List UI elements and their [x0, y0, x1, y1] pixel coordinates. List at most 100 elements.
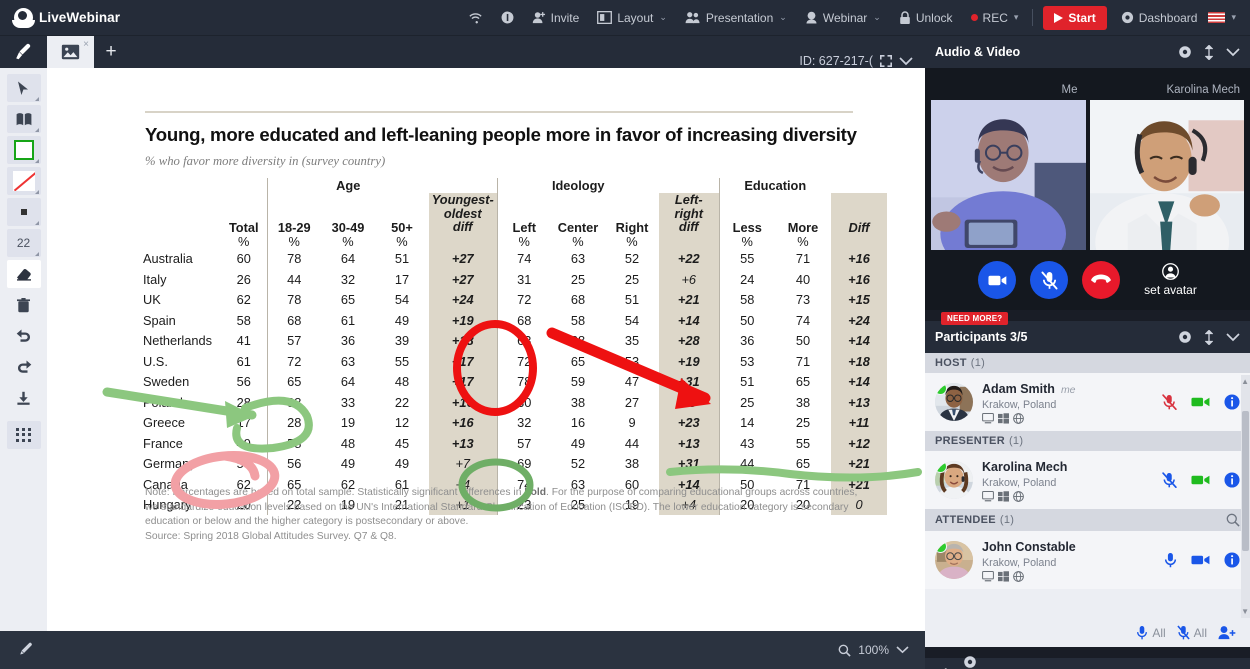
fullscreen-icon[interactable] — [880, 55, 892, 67]
webinar-button[interactable]: Webinar ⌄ — [796, 0, 890, 36]
participants-scrollbar[interactable]: ▲ ▼ — [1241, 375, 1250, 618]
stroke-color-swatch[interactable] — [6, 167, 41, 195]
top-toolbar: LiveWebinar Invite Layout ⌄ Presentation… — [0, 0, 1250, 36]
pen-icon[interactable] — [18, 642, 35, 658]
participant-row[interactable]: Adam Smith me Krakow, Poland — [925, 373, 1250, 431]
presentation-button[interactable]: Presentation ⌄ — [676, 0, 796, 36]
dashboard-button[interactable]: Dashboard — [1112, 0, 1207, 36]
cell-18-29: 78 — [266, 289, 321, 310]
microphone-mute-button[interactable] — [1030, 261, 1069, 299]
microphone-muted-icon[interactable] — [1162, 394, 1177, 410]
user-circle-icon — [1162, 263, 1179, 280]
cell-edu-diff: +12 — [831, 433, 887, 454]
chevron-down-icon[interactable] — [899, 56, 913, 66]
download-tool[interactable] — [7, 384, 41, 412]
group-header-row: Age Ideology Education — [143, 178, 887, 193]
cell-left: 31 — [496, 269, 551, 290]
scrollbar-thumb[interactable] — [1242, 411, 1249, 551]
resize-icon[interactable] — [1205, 329, 1213, 345]
note-text: Note: Percentages are based on total sam… — [145, 487, 858, 528]
cell-right: 38 — [624, 456, 640, 472]
cell-more: 25 — [795, 415, 811, 431]
grid-tool[interactable] — [6, 421, 41, 449]
info-button[interactable] — [492, 0, 523, 36]
hangup-button[interactable] — [1082, 261, 1121, 299]
tab-brush[interactable] — [0, 36, 47, 68]
green-fill-swatch-icon — [13, 140, 34, 160]
cell-left: 57 — [496, 433, 551, 454]
gear-icon[interactable] — [1178, 330, 1192, 344]
cell-total: 58 — [236, 312, 251, 328]
magnifier-icon[interactable] — [838, 644, 851, 657]
camera-icon[interactable] — [1191, 396, 1210, 408]
camera-icon[interactable] — [1191, 554, 1210, 566]
need-more-badge[interactable]: NEED MORE? — [941, 312, 1009, 325]
cell-ideology-diff: +6 — [659, 269, 719, 290]
shapes-tool[interactable] — [6, 105, 41, 133]
video-tile-karolina[interactable] — [1089, 100, 1244, 250]
add-user-icon[interactable] — [1218, 625, 1236, 640]
connection-status-button[interactable] — [459, 0, 492, 36]
chevron-down-icon: ⌄ — [659, 12, 667, 22]
participant-row[interactable]: John Constable Krakow, Poland — [925, 531, 1250, 589]
cell-less: 25 — [718, 392, 775, 413]
select-arrow-tool[interactable] — [6, 74, 41, 102]
undo-tool[interactable] — [7, 322, 41, 350]
chevron-down-icon[interactable] — [896, 646, 909, 654]
delete-tool[interactable] — [7, 291, 41, 319]
cell-country: France — [143, 435, 183, 451]
eraser-tool[interactable] — [6, 260, 41, 288]
set-avatar-button[interactable]: set avatar — [1144, 263, 1197, 297]
chevron-down-icon[interactable] — [1226, 332, 1240, 342]
info-icon[interactable] — [1224, 472, 1240, 488]
whiteboard-canvas[interactable]: Young, more educated and left-leaning pe… — [47, 68, 925, 631]
mute-all-button[interactable]: All — [1176, 625, 1207, 640]
cell-edu-diff: +13 — [831, 392, 887, 413]
camera-icon[interactable] — [1191, 474, 1210, 486]
scroll-up-arrow-icon[interactable]: ▲ — [1241, 377, 1249, 386]
participant-row[interactable]: Karolina Mech Krakow, Poland — [925, 451, 1250, 509]
video-tile-me[interactable] — [931, 100, 1086, 250]
redo-tool[interactable] — [7, 353, 41, 381]
cell-18-29: 65 — [266, 371, 321, 392]
resize-icon[interactable] — [1205, 44, 1213, 60]
microphone-muted-icon[interactable] — [1162, 472, 1177, 488]
stroke-width-tool[interactable]: 22 — [6, 229, 41, 257]
close-icon[interactable]: × — [83, 39, 89, 50]
record-button[interactable]: REC ▾ — [962, 0, 1028, 36]
search-icon[interactable] — [1226, 513, 1240, 527]
camera-toggle-button[interactable] — [978, 261, 1017, 299]
scroll-down-arrow-icon[interactable]: ▼ — [1241, 607, 1249, 616]
add-tab-button[interactable]: + — [94, 36, 128, 68]
info-icon[interactable] — [1224, 394, 1240, 410]
unlock-button[interactable]: Unlock — [890, 0, 962, 36]
participants-list[interactable]: ▲ ▼ HOST (1) Adam Smith me Krakow, Poland PRE… — [925, 353, 1250, 618]
gear-icon[interactable] — [963, 655, 977, 669]
language-selector[interactable]: ▾ — [1206, 0, 1242, 36]
cell-30-49: 36 — [340, 333, 356, 349]
tab-image[interactable]: × — [47, 36, 94, 68]
invite-button[interactable]: Invite — [523, 0, 589, 36]
cell-more: 73 — [795, 292, 811, 308]
layout-button[interactable]: Layout ⌄ — [588, 0, 676, 36]
cell-total: 28 — [236, 394, 251, 410]
cell-left: 78 — [496, 371, 551, 392]
cell-total: 41 — [236, 333, 251, 349]
info-icon[interactable] — [1224, 552, 1240, 568]
cell-50plus: 39 — [394, 333, 410, 349]
gear-icon[interactable] — [1178, 45, 1192, 59]
canvas-bottom-bar: 100% — [0, 631, 925, 669]
cell-less: 43 — [718, 433, 775, 454]
cell-18-29: 72 — [266, 351, 321, 372]
point-size-tool[interactable] — [6, 198, 41, 226]
cell-age-diff: +17 — [429, 351, 497, 372]
chevron-down-icon[interactable] — [1226, 47, 1240, 57]
cell-18-29: 56 — [266, 453, 321, 474]
cell-right: 54 — [624, 312, 640, 328]
unmute-all-button[interactable]: All — [1136, 625, 1166, 640]
microphone-icon[interactable] — [1164, 552, 1177, 568]
cell-right: 52 — [624, 251, 640, 267]
start-button[interactable]: Start — [1043, 5, 1107, 30]
fill-color-swatch[interactable] — [6, 136, 41, 164]
cell-left: 69 — [496, 453, 551, 474]
